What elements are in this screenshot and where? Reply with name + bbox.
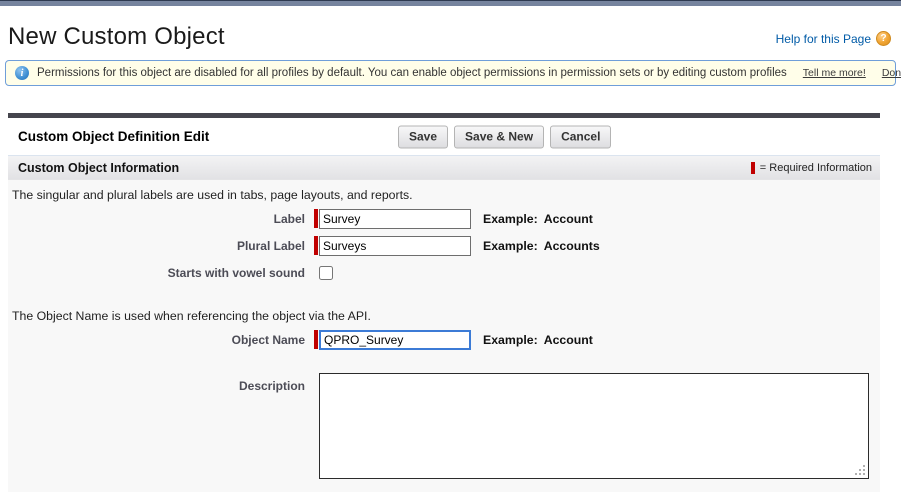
save-and-new-button[interactable]: Save & New	[454, 125, 544, 148]
label-field-row: Label Example: Account	[8, 207, 880, 230]
object-name-field-label: Object Name	[8, 333, 305, 347]
example-label: Example:	[483, 239, 538, 253]
plural-label-input[interactable]	[319, 236, 471, 256]
required-marker-icon	[751, 162, 755, 174]
description-field-label: Description	[8, 373, 305, 393]
required-legend-text: = Required Information	[760, 162, 872, 174]
subsection-header: Custom Object Information = Required Inf…	[8, 156, 880, 180]
example-value: Account	[544, 212, 593, 226]
custom-object-edit-block: Custom Object Definition Edit Save Save …	[8, 113, 880, 492]
help-for-this-page[interactable]: Help for this Page ?	[776, 31, 891, 46]
info-banner: i Permissions for this object are disabl…	[5, 60, 896, 86]
example-value: Accounts	[544, 239, 600, 253]
subsection-title: Custom Object Information	[18, 161, 179, 175]
dont-show-again-link[interactable]: Don't show this message again	[882, 67, 901, 79]
api-intro-text: The Object Name is used when referencing…	[8, 306, 880, 328]
description-field-row: Description	[8, 373, 880, 479]
resize-grip-icon[interactable]	[863, 473, 865, 475]
required-marker-icon	[314, 236, 318, 255]
starts-with-vowel-checkbox[interactable]	[319, 266, 333, 280]
object-name-input[interactable]	[319, 330, 471, 350]
button-group: Save Save & New Cancel	[398, 125, 611, 148]
plural-label-field-label: Plural Label	[8, 239, 305, 253]
required-marker-icon	[314, 209, 318, 228]
required-marker-icon	[314, 330, 318, 349]
save-button[interactable]: Save	[398, 125, 448, 148]
block-header: Custom Object Definition Edit Save Save …	[8, 118, 880, 156]
info-icon: i	[15, 66, 29, 80]
cancel-button[interactable]: Cancel	[550, 125, 611, 148]
vowel-sound-row: Starts with vowel sound	[8, 261, 880, 284]
tell-me-more-link[interactable]: Tell me more!	[803, 67, 866, 79]
labels-intro-text: The singular and plural labels are used …	[8, 185, 880, 207]
block-title: Custom Object Definition Edit	[8, 129, 209, 144]
example-label: Example:	[483, 212, 538, 226]
form-body: The singular and plural labels are used …	[8, 180, 880, 492]
page-title: New Custom Object	[8, 23, 225, 51]
banner-message: Permissions for this object are disabled…	[37, 67, 787, 79]
page-header: New Custom Object Help for this Page ?	[0, 6, 901, 60]
example-label: Example:	[483, 333, 538, 347]
plural-label-field-row: Plural Label Example: Accounts	[8, 234, 880, 257]
label-input[interactable]	[319, 209, 471, 229]
description-textarea-wrap	[319, 373, 869, 479]
description-textarea[interactable]	[319, 373, 869, 479]
object-name-example: Example: Account	[483, 333, 593, 347]
help-link[interactable]: Help for this Page	[776, 32, 871, 46]
label-field-label: Label	[8, 212, 305, 226]
help-question-icon[interactable]: ?	[876, 31, 891, 46]
label-example: Example: Account	[483, 212, 593, 226]
vowel-sound-label: Starts with vowel sound	[8, 266, 305, 280]
example-value: Account	[544, 333, 593, 347]
required-legend: = Required Information	[751, 162, 872, 174]
object-name-field-row: Object Name Example: Account	[8, 328, 880, 351]
plural-label-example: Example: Accounts	[483, 239, 600, 253]
